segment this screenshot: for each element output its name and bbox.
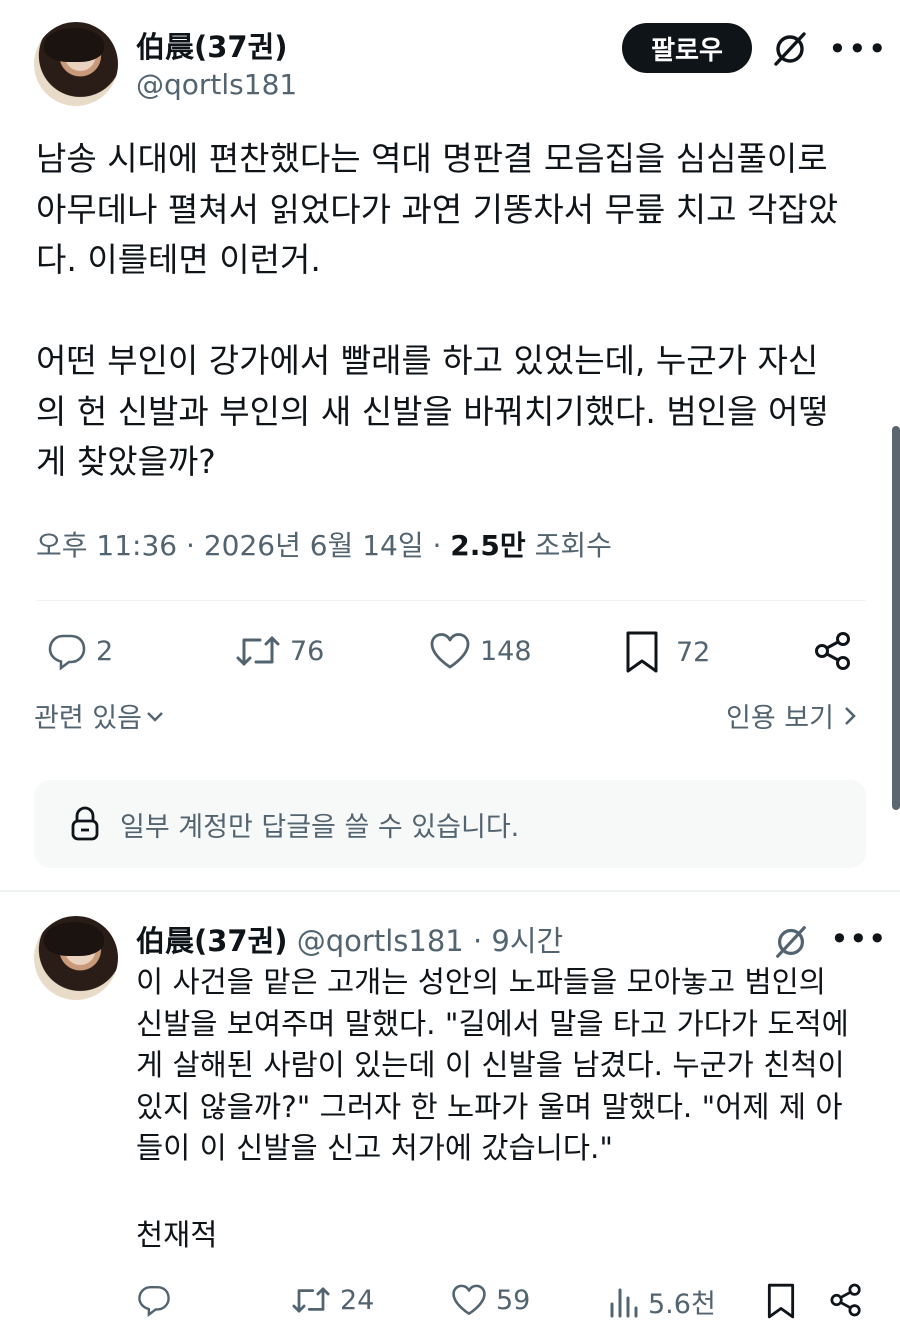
- reply-bubble-icon: [48, 634, 86, 671]
- reply-avatar[interactable]: [34, 916, 118, 1000]
- grok-slash-icon[interactable]: [770, 28, 810, 72]
- reply-notice-text: 일부 계정만 답글을 쓸 수 있습니다.: [120, 811, 520, 843]
- reply-text: 이 사건을 맡은 고개는 성안의 노파들을 모아놓고 범인의 신발을 보여주며 …: [136, 965, 849, 1165]
- reply-bubble-icon: [138, 1285, 170, 1317]
- chevron-right-icon: [845, 706, 856, 725]
- view-quotes-link[interactable]: 인용 보기: [726, 696, 860, 735]
- reply-share-button[interactable]: [828, 1282, 864, 1318]
- quotes-label: 인용 보기: [726, 703, 834, 734]
- reply-time[interactable]: 9시간: [491, 924, 563, 958]
- reply-repost-count: 24: [340, 1284, 375, 1316]
- reply-views-count: 5.6천: [648, 1289, 716, 1320]
- like-button[interactable]: 148: [428, 630, 532, 672]
- share-icon: [830, 1283, 861, 1317]
- reply-repost-button[interactable]: 24: [290, 1282, 374, 1318]
- bookmark-icon: [767, 1283, 795, 1319]
- reply-like-button[interactable]: 59: [450, 1282, 530, 1318]
- related-dropdown[interactable]: 관련 있음: [34, 696, 166, 735]
- author-name[interactable]: 伯晨(37권): [136, 24, 288, 66]
- grok-slash-icon[interactable]: [772, 922, 810, 964]
- like-count: 148: [480, 635, 532, 667]
- reply-dot: ·: [463, 924, 492, 958]
- reply-reply-button[interactable]: [136, 1282, 172, 1318]
- author-avatar[interactable]: [34, 22, 118, 106]
- reply-author-name[interactable]: 伯晨(37권): [136, 924, 288, 958]
- post-text: 남송 시대에 편찬했다는 역대 명판결 모음집을 심심풀이로 아무데나 펼쳐서 …: [36, 139, 839, 481]
- share-icon: [815, 632, 850, 670]
- post-views-label: 조회수: [525, 529, 612, 562]
- bookmark-icon: [626, 631, 658, 673]
- reply-author-handle[interactable]: @qortls181: [297, 924, 464, 958]
- lock-icon: [71, 806, 99, 841]
- heart-icon: [430, 633, 470, 669]
- related-label: 관련 있음: [34, 703, 142, 734]
- reply-like-count: 59: [496, 1284, 531, 1316]
- scrollbar-thumb[interactable]: [892, 426, 900, 810]
- share-button[interactable]: [812, 630, 854, 672]
- reply-bookmark-button[interactable]: [766, 1282, 796, 1320]
- reply-header: 伯晨(37권) @qortls181 · 9시간: [136, 918, 563, 960]
- more-dots-icon[interactable]: •••: [830, 920, 887, 958]
- reply-views-button[interactable]: 5.6천: [608, 1282, 716, 1321]
- reply-restriction-notice: 일부 계정만 답글을 쓸 수 있습니다.: [34, 780, 866, 868]
- divider: [36, 600, 866, 601]
- bookmark-count: 72: [676, 636, 711, 668]
- repost-icon: [292, 1287, 330, 1313]
- post-meta: 오후 11:36 · 2026년 6월 14일 · 2.5만 조회수: [36, 524, 612, 564]
- chevron-down-icon: [147, 711, 163, 722]
- post-views-count: 2.5만: [450, 529, 526, 562]
- repost-icon: [236, 636, 280, 666]
- repost-count: 76: [290, 635, 325, 667]
- reply-closing: 천재적: [136, 1218, 218, 1252]
- bookmark-button[interactable]: 72: [624, 630, 710, 674]
- reply-button[interactable]: 2: [46, 630, 113, 672]
- post-time: 오후 11:36 · 2026년 6월 14일 ·: [36, 529, 451, 562]
- follow-button[interactable]: 팔로우: [622, 23, 752, 73]
- heart-icon: [452, 1284, 486, 1315]
- section-divider: [0, 890, 900, 892]
- author-handle[interactable]: @qortls181: [136, 68, 297, 101]
- more-dots-icon[interactable]: •••: [828, 30, 888, 68]
- bar-chart-icon: [610, 1288, 638, 1317]
- reply-count: 2: [96, 635, 114, 667]
- repost-button[interactable]: 76: [234, 630, 324, 672]
